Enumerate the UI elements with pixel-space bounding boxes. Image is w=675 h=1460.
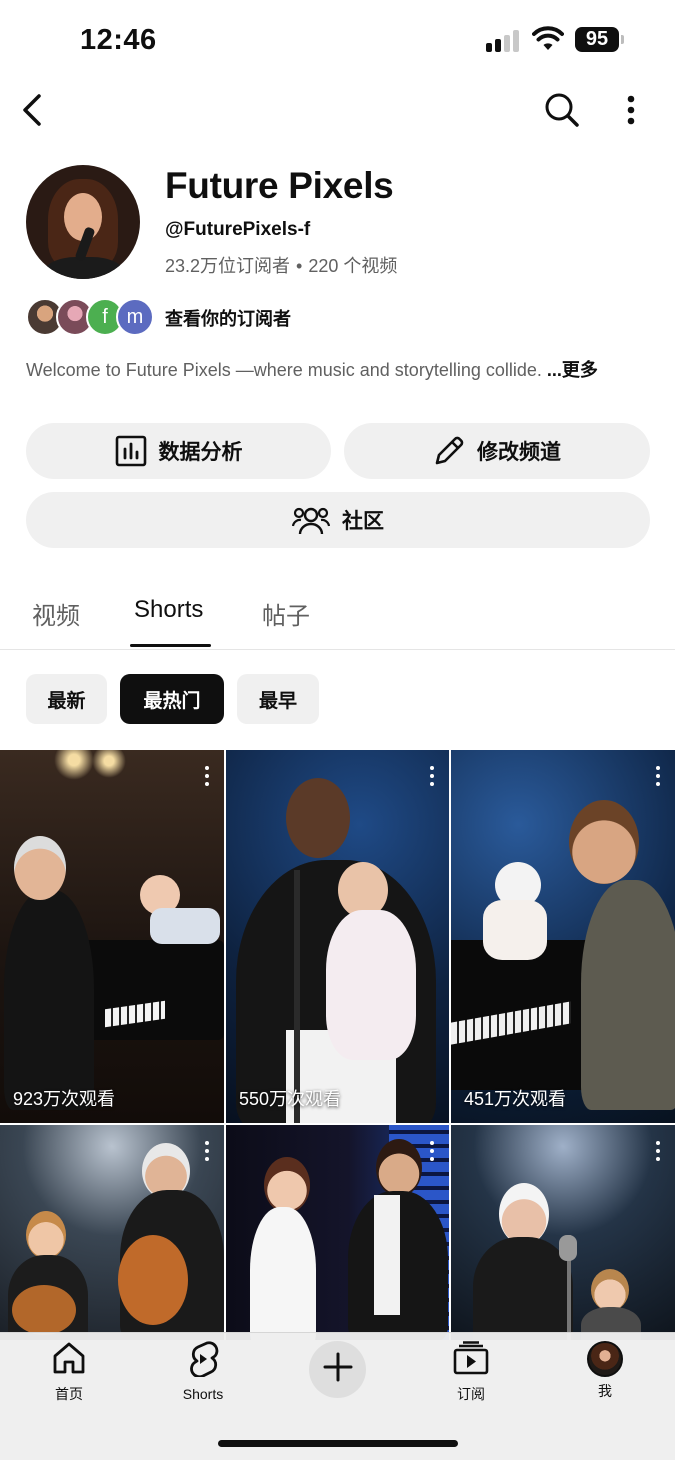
short-more-icon[interactable] <box>204 1141 210 1163</box>
edit-channel-button[interactable]: 修改频道 <box>344 423 650 479</box>
video-count: 220 个视频 <box>308 256 398 276</box>
short-thumbnail[interactable]: 451万次观看 <box>451 750 675 1123</box>
short-more-icon[interactable] <box>204 766 210 788</box>
nav-home-label: 首页 <box>55 1386 83 1402</box>
channel-handle: @FuturePixels-f <box>165 219 311 240</box>
description-text: Welcome to Future Pixels —where music an… <box>26 360 542 380</box>
chip-oldest[interactable]: 最早 <box>237 674 319 724</box>
shorts-grid: 923万次观看 550万次观看 451万次观看 <box>0 750 675 1340</box>
subscriber-count: 23.2万位订阅者 <box>165 256 291 276</box>
channel-description[interactable]: Welcome to Future Pixels —where music an… <box>26 359 646 381</box>
nav-home[interactable]: 首页 <box>19 1341 119 1407</box>
tab-videos[interactable]: 视频 <box>32 596 80 631</box>
nav-subscriptions-label: 订阅 <box>457 1386 485 1402</box>
active-tab-indicator <box>130 644 211 647</box>
subscriber-avatars: f m <box>26 298 156 338</box>
tab-posts[interactable]: 帖子 <box>262 596 310 631</box>
edit-channel-label: 修改频道 <box>477 441 561 464</box>
chip-latest[interactable]: 最新 <box>26 674 107 724</box>
channel-tabs: 视频 Shorts 帖子 <box>0 580 675 650</box>
channel-avatar[interactable] <box>26 165 140 279</box>
battery-icon: 95 <box>575 27 625 52</box>
short-more-icon[interactable] <box>429 766 435 788</box>
back-icon[interactable] <box>10 88 54 132</box>
create-button[interactable] <box>309 1341 366 1398</box>
short-thumbnail[interactable] <box>451 1125 675 1340</box>
home-icon <box>51 1341 87 1380</box>
analytics-icon <box>115 435 147 467</box>
short-thumbnail[interactable]: 550万次观看 <box>226 750 449 1123</box>
status-time: 12:46 <box>80 24 157 56</box>
pencil-icon <box>433 435 465 467</box>
profile-avatar <box>587 1341 623 1377</box>
analytics-button[interactable]: 数据分析 <box>26 423 331 479</box>
short-thumbnail[interactable] <box>226 1125 449 1340</box>
nav-you[interactable]: 我 <box>555 1341 655 1407</box>
community-icon <box>292 504 330 536</box>
channel-stats: 23.2万位订阅者 • 220 个视频 <box>165 256 398 276</box>
short-thumbnail[interactable]: 923万次观看 <box>0 750 224 1123</box>
short-more-icon[interactable] <box>429 1141 435 1163</box>
wifi-icon <box>532 26 564 52</box>
short-more-icon[interactable] <box>655 766 661 788</box>
bottom-nav: 首页 Shorts 订阅 我 <box>0 1332 675 1460</box>
status-bar: 12:46 95 <box>0 0 675 80</box>
short-thumbnail[interactable] <box>0 1125 224 1340</box>
more-options-icon[interactable] <box>609 88 653 132</box>
subscriptions-icon <box>453 1341 489 1380</box>
tab-shorts[interactable]: Shorts <box>134 596 203 624</box>
view-count: 451万次观看 <box>464 1089 567 1109</box>
search-icon[interactable] <box>540 88 584 132</box>
nav-subscriptions[interactable]: 订阅 <box>421 1341 521 1407</box>
community-label: 社区 <box>342 510 384 533</box>
cellular-signal-icon <box>486 30 522 52</box>
nav-shorts[interactable]: Shorts <box>153 1341 253 1407</box>
battery-level: 95 <box>575 27 619 52</box>
nav-shorts-label: Shorts <box>182 1386 224 1402</box>
view-subscribers-row[interactable]: f m 查看你的订阅者 <box>26 298 291 338</box>
analytics-label: 数据分析 <box>158 441 243 464</box>
subscriber-avatar: m <box>116 298 154 336</box>
community-button[interactable]: 社区 <box>26 492 650 548</box>
nav-you-label: 我 <box>598 1383 612 1399</box>
view-subscribers-link[interactable]: 查看你的订阅者 <box>165 305 291 331</box>
more-link[interactable]: ...更多 <box>547 360 598 380</box>
top-nav <box>0 80 675 140</box>
home-indicator <box>218 1440 458 1447</box>
channel-name: Future Pixels <box>165 165 394 206</box>
view-count: 550万次观看 <box>239 1089 342 1109</box>
shorts-icon <box>187 1341 219 1382</box>
view-count: 923万次观看 <box>13 1089 116 1109</box>
chip-popular[interactable]: 最热门 <box>120 674 224 724</box>
plus-icon <box>323 1352 353 1387</box>
short-more-icon[interactable] <box>655 1141 661 1163</box>
